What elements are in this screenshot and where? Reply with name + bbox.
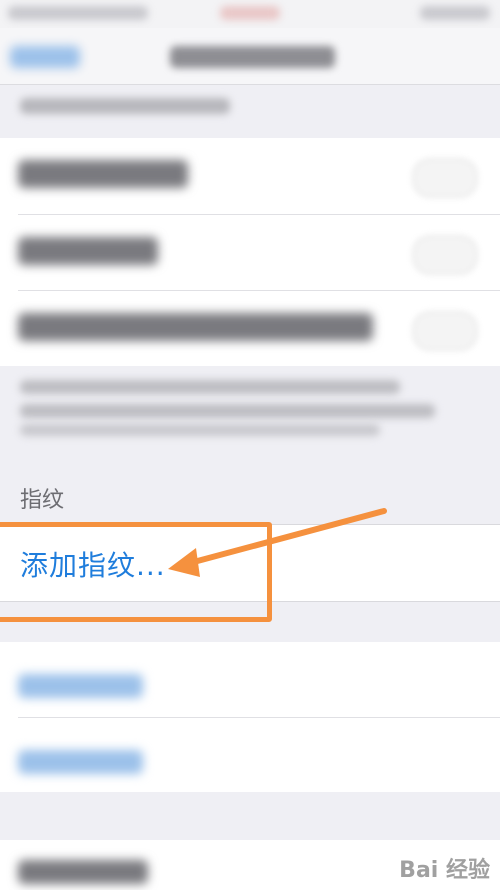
row-label-itunes-app-store	[18, 313, 373, 341]
row-iphone-unlock[interactable]	[0, 138, 500, 214]
row-itunes-app-store[interactable]	[0, 291, 500, 366]
toggle-switch[interactable]	[412, 311, 478, 351]
carrier-signal	[8, 6, 148, 20]
footer-description-line-1	[20, 380, 400, 394]
footer-description-line-3	[20, 424, 380, 436]
status-time	[220, 6, 280, 20]
touch-id-usage-group	[0, 138, 500, 366]
footer-description-line-2	[20, 404, 435, 418]
change-passcode-link[interactable]	[18, 750, 143, 774]
back-button[interactable]	[10, 46, 80, 68]
divider	[18, 717, 500, 718]
row-apple-pay[interactable]	[0, 215, 500, 290]
row-label-apple-pay	[18, 237, 158, 265]
highlight-box	[0, 522, 272, 622]
passcode-group	[0, 642, 500, 792]
battery-icon	[420, 6, 490, 20]
navigation-bar	[0, 28, 500, 85]
turn-passcode-off-link[interactable]	[18, 674, 143, 698]
nav-title	[170, 46, 335, 68]
toggle-switch[interactable]	[412, 158, 478, 198]
toggle-switch[interactable]	[412, 235, 478, 275]
use-touch-id-for-header	[20, 98, 230, 114]
watermark-logo: Bai 经验	[399, 858, 490, 883]
row-label-iphone-unlock	[18, 160, 188, 188]
fingerprint-section-header: 指纹	[20, 488, 65, 513]
require-passcode-label	[18, 860, 148, 884]
status-bar	[0, 0, 500, 28]
